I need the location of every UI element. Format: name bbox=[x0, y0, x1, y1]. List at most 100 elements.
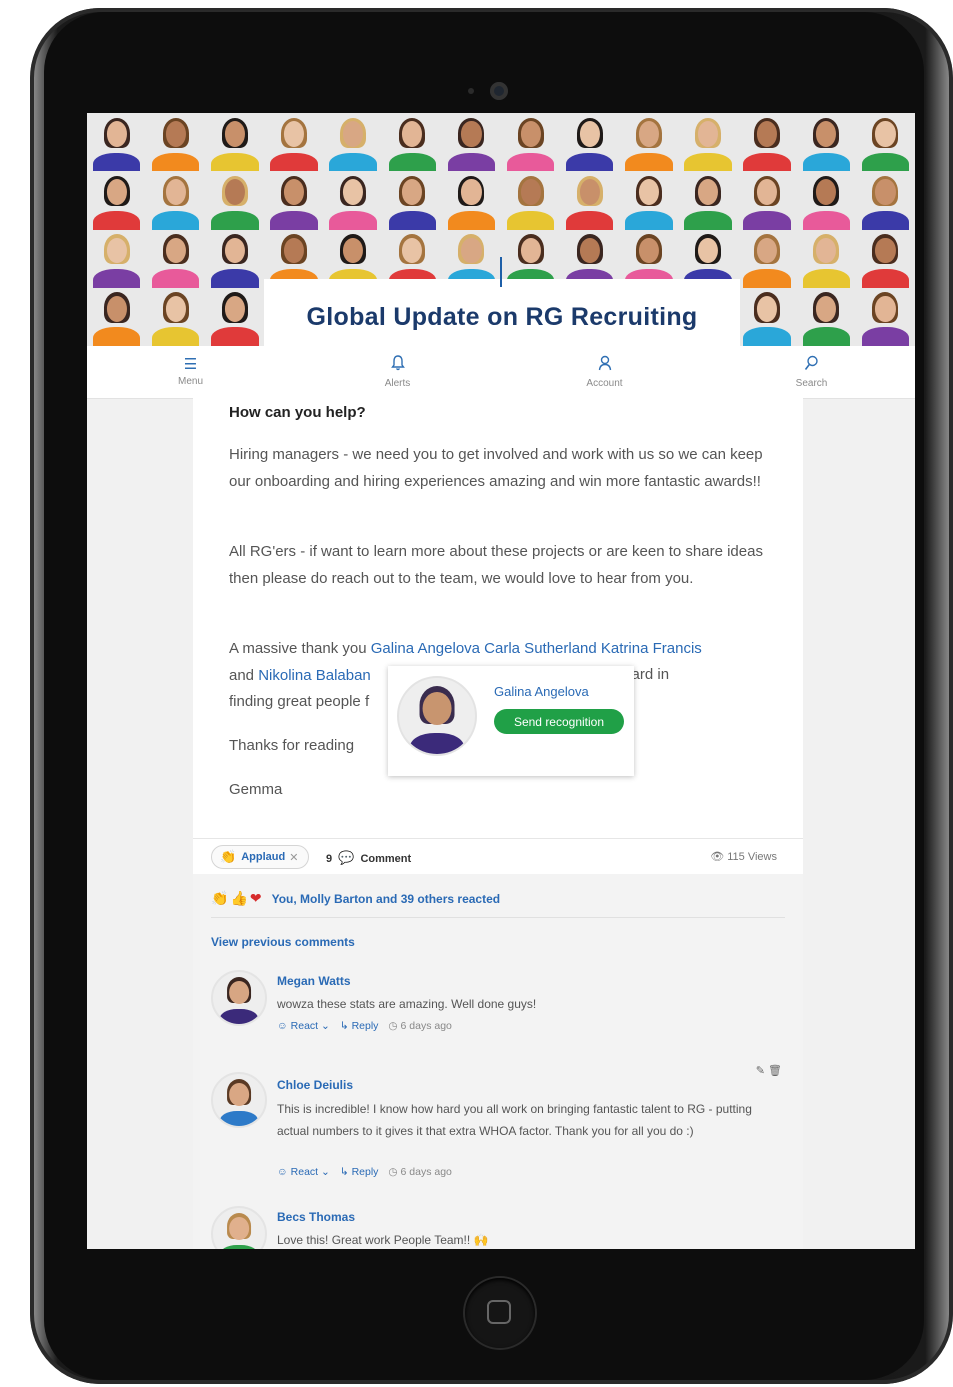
delete-icon[interactable]: 🗑 bbox=[768, 1065, 782, 1077]
user-icon bbox=[598, 355, 612, 375]
menu-icon: ☰ bbox=[183, 356, 198, 373]
comment-item: Becs Thomas Love this! Great work People… bbox=[211, 1206, 786, 1249]
edit-icon[interactable]: ✎ bbox=[756, 1065, 765, 1077]
comment-button[interactable]: 9 💬 Comment bbox=[326, 850, 411, 866]
mention-carla[interactable]: Carla Sutherland bbox=[484, 640, 597, 657]
photo-face bbox=[224, 295, 245, 322]
photo-face bbox=[461, 237, 482, 264]
front-sensor bbox=[468, 88, 474, 94]
team-photo-tile bbox=[323, 113, 383, 172]
photo-shirt bbox=[861, 210, 910, 230]
heart-reaction-icon: ❤ bbox=[249, 890, 262, 906]
photo-shirt bbox=[802, 269, 850, 288]
photo-shirt bbox=[270, 152, 318, 172]
chevron-down-icon: ⌄ bbox=[321, 1166, 330, 1178]
photo-face bbox=[343, 179, 364, 206]
photo-shirt bbox=[743, 210, 791, 230]
clock-icon: ◷ bbox=[388, 1020, 398, 1032]
react-button[interactable]: ☺ React ⌄ bbox=[277, 1166, 330, 1178]
team-photo-tile bbox=[737, 229, 797, 288]
photo-shirt bbox=[92, 152, 141, 172]
reply-button[interactable]: ↳ Reply bbox=[340, 1166, 379, 1178]
remove-applaud-icon[interactable]: ✕ bbox=[289, 851, 298, 864]
photo-face bbox=[579, 237, 600, 264]
mention-katrina[interactable]: Katrina Francis bbox=[601, 640, 702, 657]
photo-face bbox=[757, 121, 778, 147]
team-photo-tile bbox=[678, 113, 738, 172]
nav-menu-label: Menu bbox=[177, 376, 203, 387]
view-count: 👁 115 Views bbox=[710, 850, 777, 863]
thumbs-up-reaction-icon: 👍 bbox=[230, 890, 248, 906]
chevron-down-icon: ⌄ bbox=[321, 1020, 330, 1032]
react-button[interactable]: ☺ React ⌄ bbox=[277, 1020, 330, 1032]
home-button[interactable] bbox=[465, 1278, 535, 1348]
screen: Global Update on RG Recruiting ☰ Menu Al… bbox=[87, 113, 915, 1249]
team-photo-tile bbox=[500, 113, 561, 172]
comment-item: ✎ 🗑 Chloe Deiulis This is incredible! I … bbox=[211, 1064, 786, 1184]
team-photo-tile bbox=[264, 171, 324, 230]
applaud-button[interactable]: 👏 Applaud ✕ bbox=[211, 845, 310, 869]
team-photo-tile bbox=[87, 171, 147, 230]
comment-author[interactable]: Becs Thomas bbox=[277, 1210, 355, 1224]
team-photo-tile bbox=[323, 171, 383, 230]
photo-shirt bbox=[388, 210, 436, 230]
thanks-text: A massive thank you bbox=[229, 640, 367, 657]
signature: Gemma bbox=[229, 781, 283, 798]
comment-author[interactable]: Megan Watts bbox=[277, 974, 351, 988]
react-icon: ☺ bbox=[277, 1020, 288, 1032]
mention-galina[interactable]: Galina Angelova bbox=[371, 640, 480, 657]
team-photo-tile bbox=[796, 113, 856, 172]
photo-face bbox=[224, 237, 245, 264]
photo-shirt bbox=[625, 152, 673, 172]
nav-account-label: Account bbox=[586, 378, 623, 389]
photo-face bbox=[638, 121, 659, 147]
team-photo-tile bbox=[264, 113, 324, 172]
avatar-shirt bbox=[220, 1009, 258, 1024]
photo-face bbox=[461, 179, 482, 206]
avatar bbox=[211, 1072, 267, 1128]
photo-shirt bbox=[684, 210, 732, 230]
comment-author[interactable]: Chloe Deiulis bbox=[277, 1078, 353, 1092]
comment-text: This is incredible! I know how hard you … bbox=[277, 1102, 752, 1138]
reply-button[interactable]: ↳ Reply bbox=[340, 1020, 379, 1032]
nav-account[interactable]: Account bbox=[501, 346, 708, 398]
team-photo-tile bbox=[855, 113, 915, 172]
view-previous-comments-link[interactable]: View previous comments bbox=[211, 935, 355, 949]
photo-shirt bbox=[152, 327, 200, 346]
photo-shirt bbox=[506, 210, 555, 230]
photo-shirt bbox=[566, 210, 614, 230]
photo-shirt bbox=[861, 269, 910, 288]
reply-label: Reply bbox=[351, 1166, 379, 1178]
comment-label: Comment bbox=[360, 853, 412, 865]
thanks-line-3: finding great people f bbox=[229, 693, 370, 710]
photo-face bbox=[638, 179, 659, 206]
photo-face bbox=[165, 179, 186, 206]
photo-shirt bbox=[447, 152, 496, 172]
team-photo-tile bbox=[382, 113, 442, 172]
photo-face bbox=[520, 237, 541, 264]
time-label: 6 days ago bbox=[400, 1166, 452, 1178]
photo-shirt bbox=[270, 210, 318, 230]
applaud-label: Applaud bbox=[241, 851, 286, 863]
nav-search[interactable]: Search bbox=[708, 346, 915, 398]
nav-alerts[interactable]: Alerts bbox=[294, 346, 501, 398]
photo-face bbox=[638, 237, 659, 264]
photo-shirt bbox=[388, 152, 436, 172]
home-square-icon bbox=[487, 1300, 511, 1324]
profile-hover-card: Galina Angelova Send recognition bbox=[388, 666, 634, 776]
hover-card-name[interactable]: Galina Angelova bbox=[494, 684, 589, 699]
nav-alerts-label: Alerts bbox=[384, 378, 411, 389]
photo-shirt bbox=[92, 269, 141, 288]
mention-nikolina[interactable]: Nikolina Balaban bbox=[258, 667, 371, 684]
photo-shirt bbox=[684, 152, 732, 172]
team-photo-tile bbox=[146, 229, 206, 288]
reactions-summary[interactable]: 👏 👍 ❤ You, Molly Barton and 39 others re… bbox=[211, 890, 500, 907]
photo-face bbox=[875, 295, 896, 322]
photo-face bbox=[520, 121, 541, 147]
photo-face bbox=[697, 179, 719, 206]
photo-face bbox=[106, 295, 127, 322]
react-icon: ☺ bbox=[277, 1166, 288, 1178]
photo-face bbox=[343, 237, 364, 264]
nav-menu[interactable]: ☰ Menu bbox=[87, 346, 294, 398]
send-recognition-button[interactable]: Send recognition bbox=[494, 709, 624, 734]
